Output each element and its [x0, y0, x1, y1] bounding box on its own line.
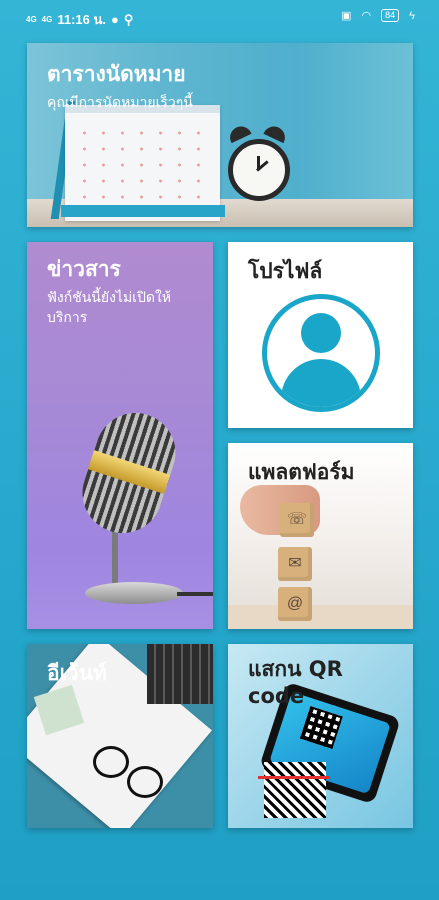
qr-title: แสกน QR code	[248, 657, 343, 709]
event-tile[interactable]: อีเว้นท์	[27, 644, 213, 828]
keyboard-image	[147, 644, 213, 704]
status-time: 11:16 น.	[57, 12, 106, 27]
calendar-base	[61, 205, 225, 217]
appointment-subtitle: คุณมีการนัดหมายเร็วๆนี้	[47, 95, 193, 111]
signal-label: 4G	[26, 14, 37, 24]
status-bar: 4G 4G 11:16 น. ● ⚲ ▣ ◠ 84 ϟ	[0, 0, 439, 34]
qr-scan-tile[interactable]: แสกน QR code	[228, 644, 413, 828]
usb-icon: ⚲	[123, 11, 134, 27]
scan-laser	[258, 776, 330, 779]
wifi-icon: ◠	[361, 10, 372, 22]
line-app-icon: ●	[111, 12, 119, 27]
battery-indicator: 84	[381, 9, 400, 22]
appointment-tile[interactable]: ตารางนัดหมาย คุณมีการนัดหมายเร็วๆนี้	[27, 43, 413, 227]
mic-stand	[112, 527, 118, 583]
charging-icon: ϟ	[409, 9, 415, 22]
alarm-clock-icon	[228, 139, 290, 201]
mic-cable	[177, 592, 213, 596]
phone-icon: ☏	[280, 503, 314, 537]
mic-base	[85, 582, 183, 604]
profile-tile[interactable]: โปรไฟล์	[228, 242, 413, 428]
table-surface	[228, 605, 413, 629]
mail-icon: ✉	[278, 547, 312, 581]
glasses-icon	[93, 746, 129, 778]
appointment-title: ตารางนัดหมาย	[47, 62, 186, 86]
qr-paper-image	[264, 762, 326, 818]
user-avatar-icon	[262, 294, 380, 412]
at-sign-icon: @	[278, 587, 312, 621]
glasses-lens-icon	[127, 766, 163, 798]
profile-title: โปรไฟล์	[248, 259, 323, 283]
event-title: อีเว้นท์	[47, 661, 107, 685]
platform-tile[interactable]: ☏ ✉ @ แพลตฟอร์ม	[228, 443, 413, 629]
signal-label-2: 4G	[41, 14, 53, 24]
news-subtitle: ฟังก์ชันนี้ยังไม่เปิดให้บริการ	[47, 290, 172, 327]
platform-title: แพลตฟอร์ม	[248, 460, 355, 484]
vibrate-icon: ▣	[341, 10, 352, 22]
news-title: ข่าวสาร	[47, 257, 121, 281]
news-tile[interactable]: ข่าวสาร ฟังก์ชันนี้ยังไม่เปิดให้บริการ	[27, 242, 213, 629]
calendar-icon	[65, 105, 220, 221]
